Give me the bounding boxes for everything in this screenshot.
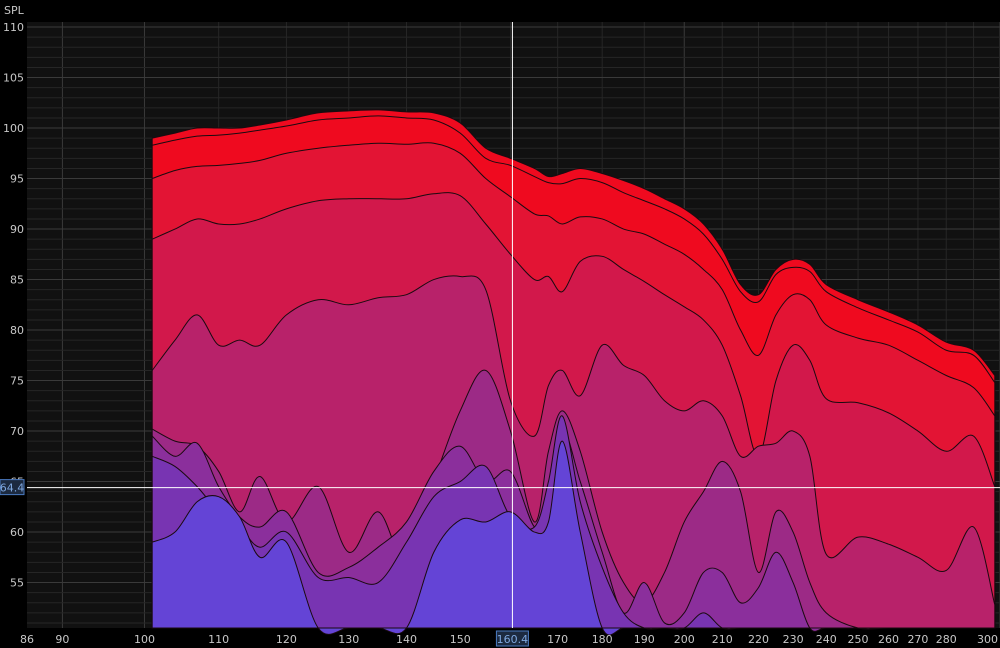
x-tick-label: 300 xyxy=(977,633,998,646)
x-tick-label: 230 xyxy=(783,633,804,646)
y-axis-title: SPL xyxy=(4,4,25,17)
y-tick-label: 90 xyxy=(10,223,24,236)
y-tick-label: 110 xyxy=(3,21,24,34)
x-tick-label: 120 xyxy=(276,633,297,646)
x-tick-label: 240 xyxy=(816,633,837,646)
x-tick-label: 90 xyxy=(55,633,69,646)
x-tick-label: 150 xyxy=(450,633,471,646)
x-tick-label: 100 xyxy=(134,633,155,646)
cursor-x-readout: 160.4 xyxy=(495,630,529,647)
x-tick-label: 86 xyxy=(20,633,34,646)
cursor-x-value: 160.4 xyxy=(497,633,529,646)
x-tick-label: 250 xyxy=(848,633,869,646)
y-tick-label: 80 xyxy=(10,324,24,337)
x-tick-label: 170 xyxy=(547,633,568,646)
y-tick-label: 105 xyxy=(3,72,24,85)
x-tick-label: 110 xyxy=(208,633,229,646)
x-tick-label: 130 xyxy=(338,633,359,646)
x-axis-ticks: 86 90 100 110 120 130 140 150 160.4 170 180 190 200 2… xyxy=(20,630,998,647)
x-tick-label: 200 xyxy=(674,633,695,646)
x-tick-label: 270 xyxy=(907,633,928,646)
x-tick-label: 140 xyxy=(396,633,417,646)
y-tick-label: 85 xyxy=(10,274,24,287)
x-tick-label: 220 xyxy=(748,633,769,646)
y-tick-label: 100 xyxy=(3,122,24,135)
x-tick-label: 280 xyxy=(936,633,957,646)
y-axis-ticks: 55606570758085909510010511064.4 xyxy=(0,21,25,590)
cursor-y-value: 64.4 xyxy=(0,482,24,495)
x-tick-label: 180 xyxy=(592,633,613,646)
y-tick-label: 95 xyxy=(10,173,24,186)
x-tick-label: 190 xyxy=(634,633,655,646)
y-tick-label: 60 xyxy=(10,526,24,539)
y-tick-label: 55 xyxy=(10,577,24,590)
y-tick-label: 75 xyxy=(10,375,24,388)
x-tick-label: 260 xyxy=(878,633,899,646)
cursor-y-readout: 64.4 xyxy=(0,479,25,496)
spl-chart[interactable]: 55606570758085909510010511064.4 86901001… xyxy=(0,0,1000,648)
x-tick-label: 210 xyxy=(712,633,733,646)
y-tick-label: 70 xyxy=(10,425,24,438)
